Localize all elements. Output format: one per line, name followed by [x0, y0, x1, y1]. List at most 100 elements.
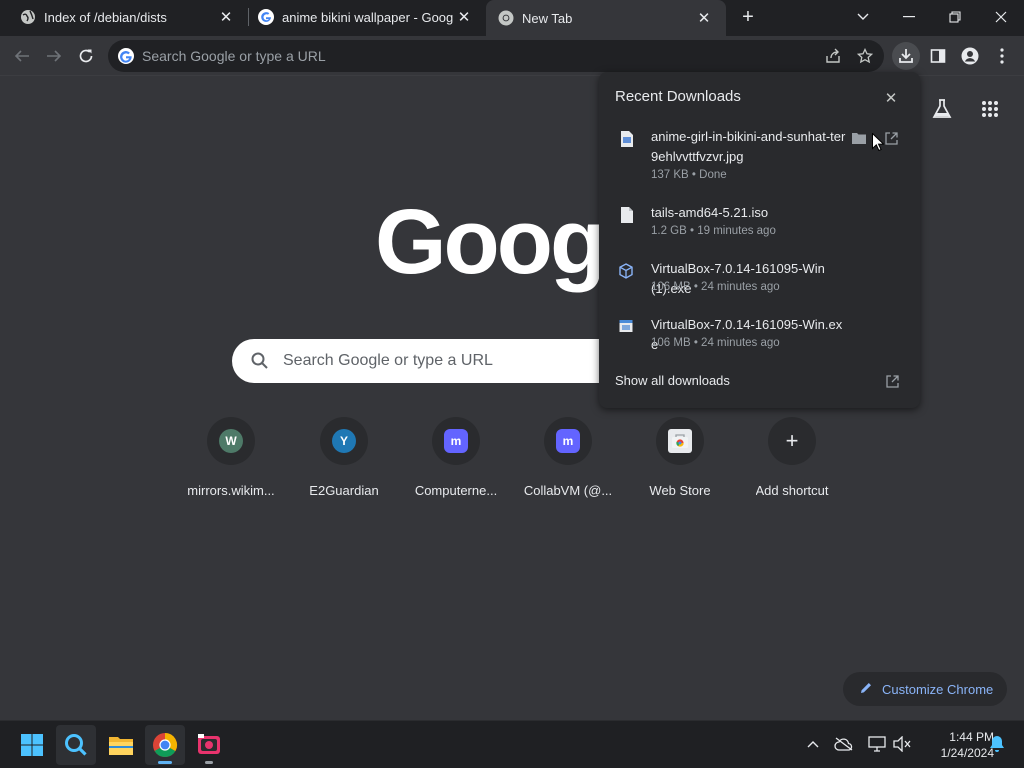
downloads-icon[interactable] — [892, 42, 920, 70]
open-external-icon[interactable] — [881, 129, 901, 147]
tab-title: New Tab — [522, 10, 573, 26]
clock-date: 1/24/2024 — [940, 746, 994, 760]
tab-title: anime bikini wallpaper - Google S — [282, 9, 454, 25]
tab-google-search[interactable]: anime bikini wallpaper - Google S ✕ — [238, 0, 486, 34]
show-hidden-icons-chevron-icon[interactable] — [800, 731, 826, 757]
notification-bell-icon[interactable] — [984, 731, 1010, 757]
volume-muted-icon[interactable] — [889, 731, 915, 757]
shortcut-favicon: Y — [332, 429, 356, 453]
shortcut-circle: + — [768, 417, 816, 465]
download-filename: tails-amd64-5.21.iso — [651, 205, 769, 220]
shortcut-circle: W — [207, 417, 255, 465]
virtualbox-icon — [619, 263, 633, 279]
labs-flask-icon[interactable] — [926, 93, 958, 125]
download-item[interactable]: VirtualBox-7.0.14-161095-Win.exe 106 MB … — [599, 315, 920, 353]
add-shortcut-tile[interactable]: + Add shortcut — [736, 416, 848, 512]
running-indicator — [158, 761, 172, 764]
tab-close-icon[interactable]: ✕ — [216, 7, 236, 27]
downloads-title: Recent Downloads — [615, 88, 741, 105]
mastodon-icon: m — [556, 429, 580, 453]
download-status: 137 KB • Done — [651, 169, 727, 181]
reload-icon[interactable] — [72, 42, 100, 70]
close-icon[interactable]: ✕ — [879, 86, 903, 110]
download-status: 1.2 GB • 19 minutes ago — [651, 225, 776, 237]
mouse-cursor-icon — [872, 132, 885, 152]
download-status: 106 MB • 24 minutes ago — [651, 337, 780, 349]
download-status: 106 MB • 24 minutes ago — [651, 281, 780, 293]
download-item[interactable]: tails-amd64-5.21.iso 1.2 GB • 19 minutes… — [599, 203, 920, 241]
toolbar — [0, 36, 1024, 76]
mastodon-icon: m — [444, 429, 468, 453]
chrome-taskbar-icon[interactable] — [145, 725, 185, 765]
shortcut-circle: m — [544, 417, 592, 465]
restore-icon[interactable] — [932, 0, 978, 34]
address-bar[interactable] — [108, 40, 884, 72]
web-store-icon — [668, 429, 692, 453]
shortcut-label: E2Guardian — [309, 483, 379, 498]
screen-recorder-app-icon[interactable] — [189, 725, 229, 765]
image-file-icon — [621, 131, 633, 147]
address-input[interactable] — [142, 40, 782, 72]
more-menu-icon[interactable] — [988, 42, 1016, 70]
chrome-icon — [498, 10, 514, 26]
shortcut-tile[interactable]: Y E2Guardian — [288, 416, 400, 512]
new-tab-plus-icon[interactable]: + — [736, 6, 760, 30]
forward-arrow-icon[interactable] — [40, 42, 68, 70]
onedrive-offline-icon[interactable] — [831, 731, 857, 757]
installer-icon — [619, 319, 633, 335]
running-indicator — [205, 761, 213, 764]
shortcut-circle — [656, 417, 704, 465]
shortcut-label: Web Store — [649, 483, 711, 498]
minimize-icon[interactable] — [886, 0, 932, 34]
bookmark-star-icon[interactable] — [853, 44, 877, 68]
shortcut-favicon: W — [219, 429, 243, 453]
shortcut-tile[interactable]: W mirrors.wikim... — [175, 416, 287, 512]
taskbar: 1:44 PM 1/24/2024 — [0, 720, 1024, 768]
search-icon — [250, 351, 270, 371]
folder-icon[interactable] — [849, 129, 869, 147]
google-g-icon — [258, 9, 274, 25]
tab-close-icon[interactable]: ✕ — [454, 7, 474, 27]
tab-new-tab[interactable]: New Tab ✕ — [486, 0, 726, 36]
profile-avatar-icon[interactable] — [956, 42, 984, 70]
download-filename: VirtualBox-7.0.14-161095-Win.exe — [651, 317, 843, 352]
close-window-icon[interactable] — [978, 0, 1024, 34]
customize-chrome-label: Customize Chrome — [882, 681, 994, 697]
share-icon[interactable] — [821, 44, 845, 68]
clock-time: 1:44 PM — [949, 730, 994, 744]
google-g-icon — [118, 48, 134, 64]
google-logo: Googl — [375, 191, 629, 293]
tab-debian-dists[interactable]: Index of /debian/dists ✕ — [0, 0, 248, 34]
side-panel-icon[interactable] — [924, 42, 952, 70]
shortcut-label: CollabVM (@... — [523, 483, 613, 498]
shortcut-label: mirrors.wikim... — [187, 483, 275, 498]
download-filename: anime-girl-in-bikini-and-sunhat-ter9ehlv… — [651, 129, 846, 164]
tab-close-icon[interactable]: ✕ — [694, 8, 714, 28]
show-all-downloads-link[interactable]: Show all downloads — [615, 373, 730, 388]
system-clock[interactable]: 1:44 PM 1/24/2024 — [920, 729, 994, 761]
shortcut-tile[interactable]: m Computerne... — [400, 416, 512, 512]
shortcut-label: Add shortcut — [755, 483, 829, 498]
windows-start-icon[interactable] — [12, 725, 52, 765]
network-icon[interactable] — [864, 731, 890, 757]
tab-strip: Index of /debian/dists ✕ anime bikini wa… — [0, 0, 1024, 36]
tab-title: Index of /debian/dists — [44, 9, 167, 25]
customize-chrome-button[interactable]: Customize Chrome — [843, 672, 1007, 706]
shortcut-label: Computerne... — [414, 483, 498, 498]
plus-icon: + — [785, 428, 799, 453]
open-external-icon[interactable] — [883, 372, 901, 390]
shortcut-circle: Y — [320, 417, 368, 465]
shortcut-circle: m — [432, 417, 480, 465]
file-explorer-icon[interactable] — [101, 725, 141, 765]
search-app-icon[interactable] — [56, 725, 96, 765]
back-arrow-icon[interactable] — [8, 42, 36, 70]
download-filename: VirtualBox-7.0.14-161095-Win (1).exe — [651, 261, 825, 296]
pencil-icon — [859, 681, 873, 698]
shortcut-tile[interactable]: m CollabVM (@... — [512, 416, 624, 512]
globe-icon — [20, 9, 36, 25]
download-item[interactable]: VirtualBox-7.0.14-161095-Win (1).exe 106… — [599, 259, 920, 297]
file-icon — [621, 207, 633, 223]
google-apps-grid-icon[interactable] — [974, 93, 1006, 125]
shortcut-tile[interactable]: Web Store — [624, 416, 736, 512]
tab-search-chevron-icon[interactable] — [840, 0, 886, 34]
